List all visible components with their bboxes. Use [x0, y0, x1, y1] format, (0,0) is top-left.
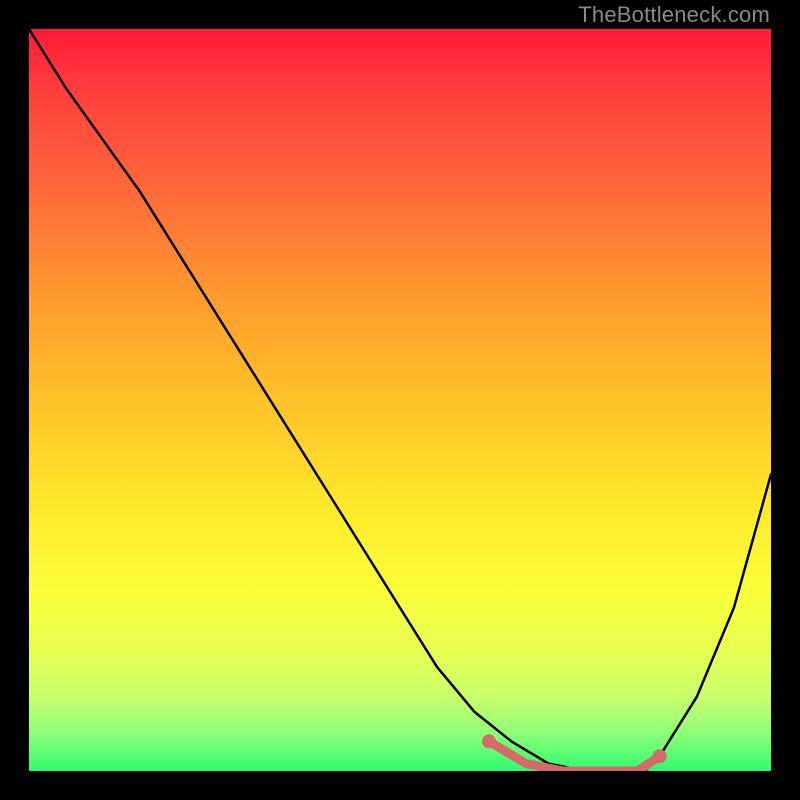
watermark-text: TheBottleneck.com — [578, 0, 770, 29]
chart-gradient-background — [29, 29, 771, 771]
